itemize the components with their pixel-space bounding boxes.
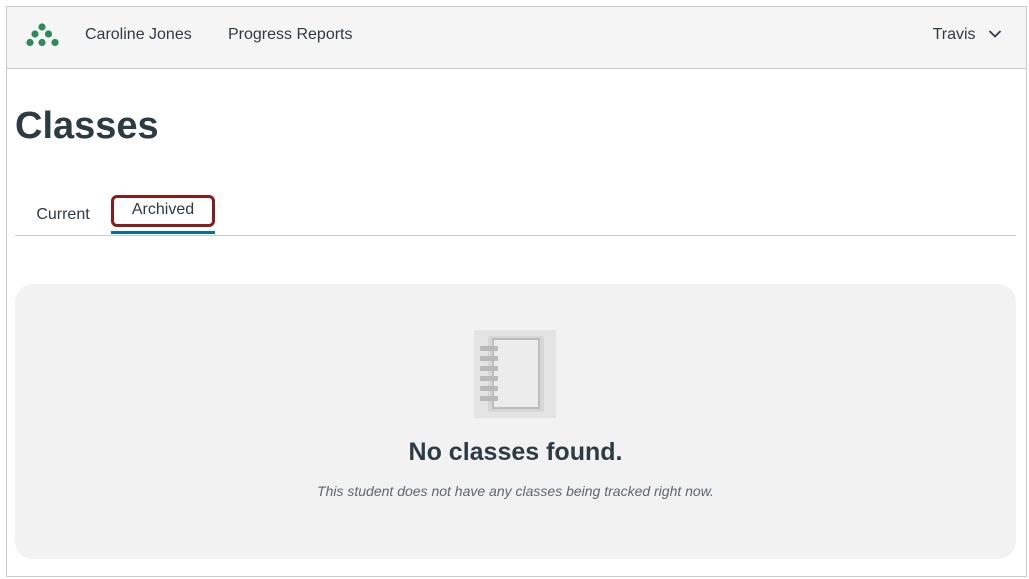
tab-archived[interactable]: Archived (111, 195, 215, 234)
notebook-icon (474, 330, 556, 418)
app-window: Caroline Jones Progress Reports Travis C… (6, 6, 1027, 577)
user-name: Travis (932, 26, 976, 44)
user-menu[interactable]: Travis (933, 26, 1002, 44)
tab-label: Current (36, 205, 90, 223)
logo-icon[interactable] (26, 23, 64, 47)
tab-label: Archived (131, 201, 195, 218)
page-title: Classes (15, 105, 159, 147)
top-navigation-bar: Caroline Jones Progress Reports Travis (7, 7, 1026, 69)
empty-state-title: No classes found. (408, 438, 623, 466)
tab-current[interactable]: Current (27, 195, 99, 234)
nav-student-name[interactable]: Caroline Jones (85, 26, 192, 44)
tab-list: Current Archived (15, 195, 1016, 236)
chevron-down-icon (988, 26, 1002, 44)
empty-state-panel: No classes found. This student does not … (15, 284, 1016, 559)
nav-progress-reports[interactable]: Progress Reports (228, 26, 353, 44)
empty-state-message: This student does not have any classes b… (317, 483, 714, 499)
